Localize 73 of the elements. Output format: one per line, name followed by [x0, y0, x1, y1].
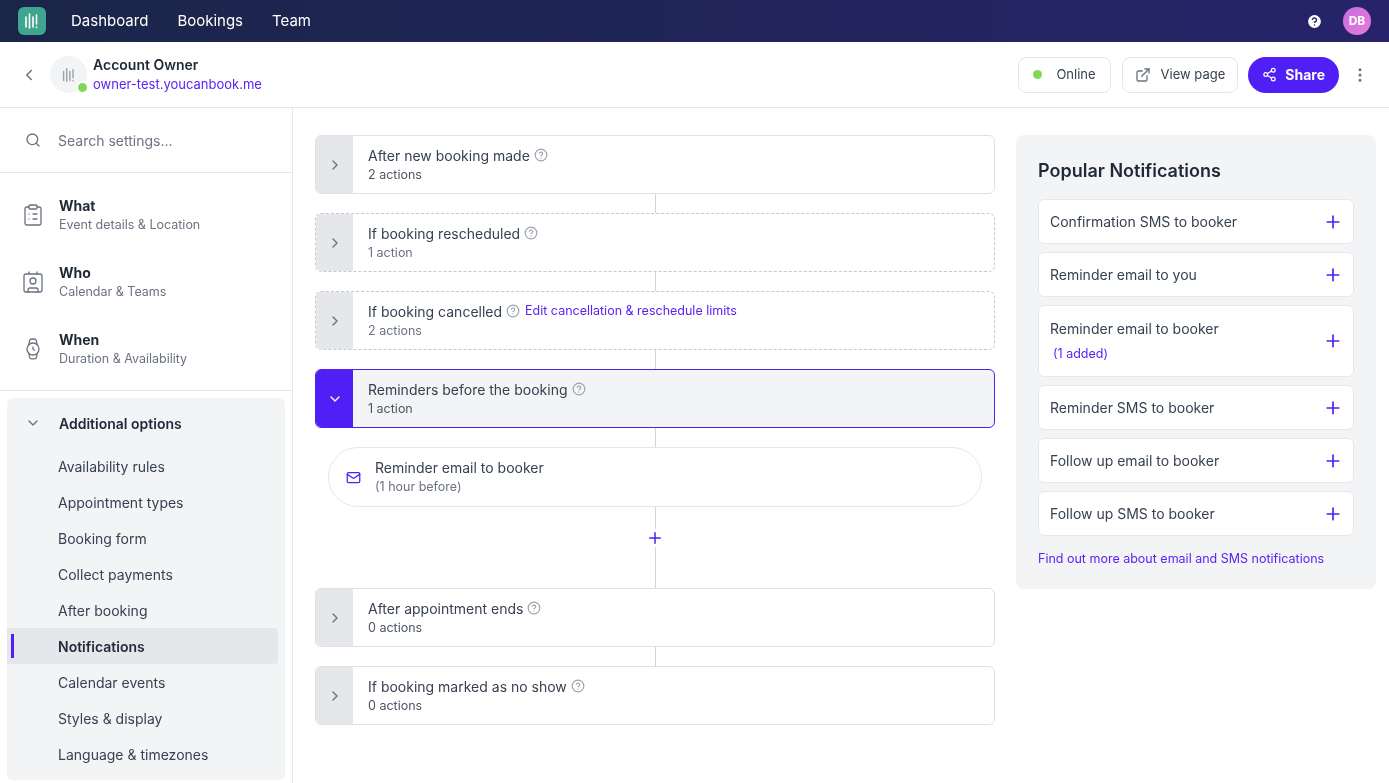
share-button[interactable]: Share: [1248, 56, 1339, 93]
section-subtitle: Duration & Availability: [59, 349, 188, 368]
settings-section[interactable]: Who Calendar & Teams: [0, 248, 292, 315]
notification-option[interactable]: Reminder SMS to booker: [1038, 385, 1354, 430]
nav-link[interactable]: Bookings: [177, 9, 244, 33]
nav-link[interactable]: Dashboard: [71, 9, 149, 33]
notification-option[interactable]: Confirmation SMS to booker: [1038, 199, 1354, 244]
added-count: (1 added): [1052, 345, 1109, 364]
notification-label: Follow up SMS to booker: [1050, 504, 1216, 524]
help-icon[interactable]: [1306, 12, 1323, 30]
trigger-title: If booking cancelled: [368, 301, 503, 322]
external-link-icon: [1134, 66, 1151, 83]
action-count: 2 actions: [368, 165, 423, 184]
sidebar-item[interactable]: Availability rules: [7, 448, 278, 484]
clipboard-icon: [21, 202, 45, 227]
search-icon: [25, 132, 41, 148]
search-field[interactable]: Search settings...: [58, 129, 258, 151]
settings-section[interactable]: When Duration & Availability: [0, 315, 292, 382]
trigger-card[interactable]: After appointment ends 0 actions: [315, 588, 995, 647]
notification-option[interactable]: Reminder email to you: [1038, 252, 1354, 297]
trigger-card[interactable]: If booking cancelled Edit cancellation & reschedule limits 2 actions: [315, 291, 995, 350]
notification-label: Reminder SMS to booker: [1050, 398, 1216, 418]
section-subtitle: Event details & Location: [59, 215, 201, 234]
share-icon: [1262, 67, 1278, 82]
notification-label: Confirmation SMS to booker: [1050, 212, 1239, 232]
notification-option[interactable]: Follow up email to booker: [1038, 438, 1354, 483]
trigger-title: After appointment ends: [368, 598, 524, 619]
trigger-card[interactable]: If booking rescheduled 1 action: [315, 213, 995, 272]
sidebar-item[interactable]: After booking: [7, 592, 278, 628]
action-count: 1 action: [368, 243, 414, 262]
notification-label: Follow up email to booker: [1050, 451, 1221, 471]
action-detail: (1 hour before): [375, 478, 463, 497]
notification-option[interactable]: Follow up SMS to booker: [1038, 491, 1354, 536]
trigger-title: If booking marked as no show: [368, 676, 567, 697]
sidebar-item[interactable]: Collect payments: [7, 556, 278, 592]
trigger-title: After new booking made: [368, 145, 530, 166]
trigger-card[interactable]: If booking marked as no show 0 actions: [315, 666, 995, 725]
limits-link[interactable]: Edit cancellation & reschedule limits: [525, 301, 737, 321]
section-title: Who: [59, 262, 92, 283]
section-title: What: [59, 195, 97, 216]
sidebar-item[interactable]: Booking form: [7, 520, 278, 556]
sidebar-item[interactable]: Language & timezones: [7, 736, 278, 772]
sidebar-item[interactable]: Appointment types: [7, 484, 278, 520]
nav-link[interactable]: Team: [272, 9, 311, 33]
settings-section[interactable]: What Event details & Location: [0, 181, 292, 248]
notification-label: Reminder email to booker: [1050, 319, 1220, 340]
sidebar-item[interactable]: Styles & display: [7, 700, 278, 736]
trigger-card[interactable]: After new booking made 2 actions: [315, 135, 995, 194]
action-count: 0 actions: [368, 618, 424, 637]
section-subtitle: Calendar & Teams: [59, 282, 167, 301]
account-name: Account Owner: [93, 55, 200, 76]
mail-icon: [346, 469, 361, 485]
app-logo[interactable]: [18, 7, 46, 35]
trigger-card[interactable]: Reminders before the booking 1 action: [315, 369, 995, 428]
trigger-title: Reminders before the booking: [368, 379, 568, 400]
section-title: When: [59, 329, 101, 350]
additional-options-toggle[interactable]: Additional options: [7, 398, 285, 448]
view-page-button[interactable]: View page: [1121, 56, 1239, 93]
action-title: Reminder email to booker: [375, 458, 544, 479]
sidebar-item[interactable]: Calendar events: [7, 664, 278, 700]
notification-label: Reminder email to you: [1050, 265, 1198, 285]
panel-title: Popular Notifications: [1038, 159, 1222, 183]
action-count: 0 actions: [368, 696, 424, 715]
booking-page-link[interactable]: owner-test.youcanbook.me: [93, 75, 262, 95]
add-action-icon[interactable]: [646, 529, 664, 547]
status-button[interactable]: Online: [1018, 56, 1111, 93]
notification-option[interactable]: Reminder email to booker (1 added): [1038, 305, 1354, 377]
action-count: 2 actions: [368, 321, 423, 340]
trigger-title: If booking rescheduled: [368, 223, 521, 244]
action-count: 1 action: [368, 399, 414, 418]
notifications-help-link[interactable]: Find out more about email and SMS notifications: [1038, 550, 1354, 569]
contact-card-icon: [21, 269, 45, 294]
sidebar-item[interactable]: Notifications: [7, 628, 278, 664]
